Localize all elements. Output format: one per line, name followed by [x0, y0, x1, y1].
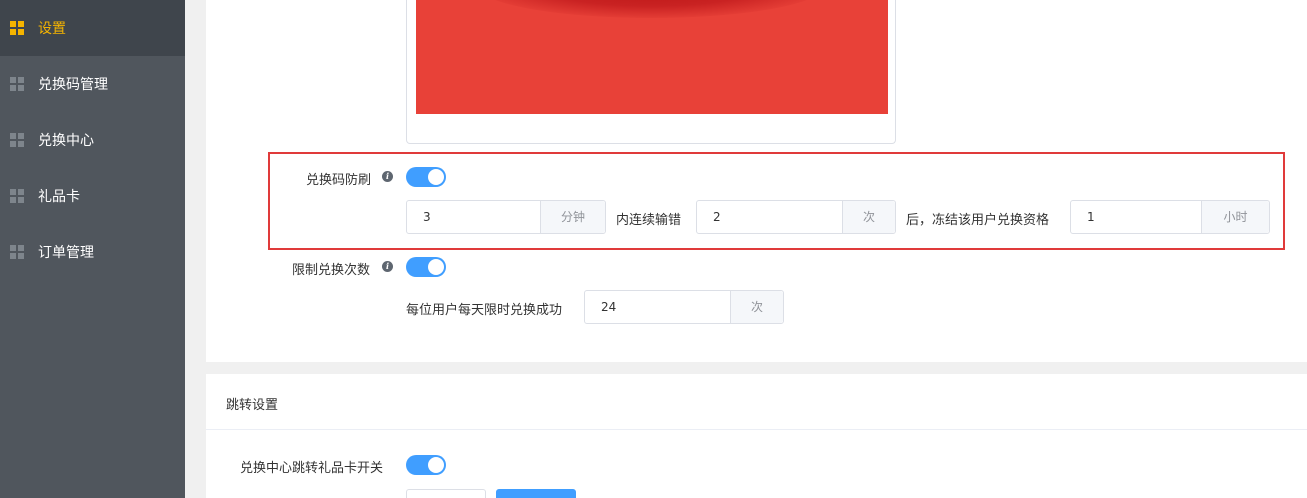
image-preview [416, 0, 888, 114]
sidebar-item-settings[interactable]: 设置 [0, 0, 185, 56]
sidebar-item-label: 订单管理 [38, 245, 94, 261]
sidebar-item-label: 礼品卡 [38, 189, 80, 205]
limit-times-toggle[interactable] [406, 257, 446, 277]
grid-icon [10, 21, 24, 35]
per-user-text: 每位用户每天限时兑换成功 [406, 303, 563, 318]
sidebar-item-redeem-center[interactable]: 兑换中心 [0, 112, 185, 168]
redirect-toggle[interactable] [406, 455, 446, 475]
sidebar-item-code-management[interactable]: 兑换码管理 [0, 56, 185, 112]
option-button-default[interactable] [406, 489, 486, 498]
info-icon[interactable]: i [382, 261, 393, 272]
sidebar: 设置 兑换码管理 兑换中心 礼品卡 订单管理 [0, 0, 185, 498]
highlight-box [268, 152, 1285, 250]
sidebar-item-label: 设置 [38, 21, 66, 37]
limit-times-label: 限制兑换次数 [292, 263, 371, 278]
sidebar-item-orders[interactable]: 订单管理 [0, 224, 185, 280]
option-button-primary[interactable] [496, 489, 576, 498]
image-preview-frame [406, 0, 896, 144]
grid-icon [10, 189, 24, 203]
daily-limit-input[interactable]: 24 次 [584, 290, 784, 324]
daily-limit-value[interactable]: 24 [585, 291, 730, 323]
sidebar-item-gift-card[interactable]: 礼品卡 [0, 168, 185, 224]
section-title: 跳转设置 [226, 398, 279, 413]
redirect-settings-card: 跳转设置 兑换中心跳转礼品卡开关 [206, 374, 1307, 498]
grid-icon [10, 77, 24, 91]
sidebar-item-label: 兑换中心 [38, 133, 94, 149]
redirect-switch-label: 兑换中心跳转礼品卡开关 [240, 461, 384, 476]
daily-limit-unit: 次 [730, 291, 783, 323]
divider [206, 429, 1307, 430]
grid-icon [10, 133, 24, 147]
grid-icon [10, 245, 24, 259]
sidebar-item-label: 兑换码管理 [38, 77, 108, 93]
